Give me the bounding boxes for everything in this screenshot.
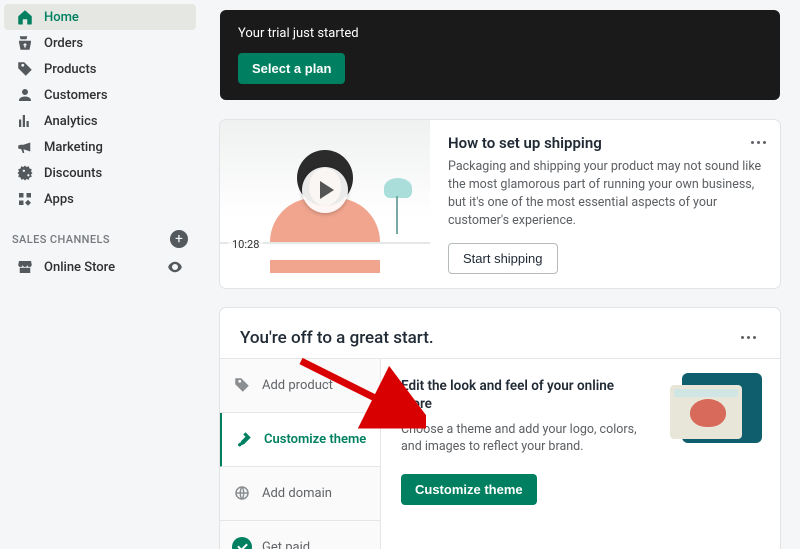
megaphone-icon <box>16 138 34 156</box>
onboarding-heading: You're off to a great start. <box>240 328 434 348</box>
task-description: Choose a theme and add your logo, colors… <box>401 421 641 456</box>
checklist-label: Get paid <box>262 540 310 549</box>
nav-marketing[interactable]: Marketing <box>4 134 196 160</box>
task-title: Edit the look and feel of your online st… <box>401 377 631 413</box>
nav-label: Marketing <box>44 140 103 155</box>
check-circle-icon <box>232 537 252 549</box>
checklist-add-product[interactable]: Add product <box>220 359 380 413</box>
onboarding-checklist: Add product Customize theme Add domain <box>220 358 380 549</box>
nav-label: Analytics <box>44 114 98 129</box>
sales-channels-header: SALES CHANNELS + <box>0 230 200 248</box>
checklist-label: Customize theme <box>264 432 366 447</box>
orders-icon <box>16 34 34 52</box>
nav-label: Home <box>44 10 79 25</box>
onboarding-menu-button[interactable] <box>736 326 760 350</box>
nav-label: Apps <box>44 192 74 207</box>
tag-icon <box>16 60 34 78</box>
checklist-label: Add domain <box>262 486 332 501</box>
checklist-label: Add product <box>262 378 333 393</box>
tag-icon <box>232 375 252 395</box>
nav-products[interactable]: Products <box>4 56 196 82</box>
theme-illustration <box>682 373 762 443</box>
apps-icon <box>16 190 34 208</box>
task-pane: Edit the look and feel of your online st… <box>380 358 780 549</box>
nav-label: Customers <box>44 88 108 103</box>
nav-label: Online Store <box>44 260 115 275</box>
banner-title: Your trial just started <box>238 26 762 41</box>
nav-label: Orders <box>44 36 83 51</box>
home-icon <box>16 8 34 26</box>
brush-icon <box>234 429 254 449</box>
trial-banner: Your trial just started Select a plan <box>220 10 780 100</box>
onboarding-card: You're off to a great start. Add product <box>220 308 780 549</box>
checklist-add-domain[interactable]: Add domain <box>220 467 380 521</box>
customize-theme-button[interactable]: Customize theme <box>401 474 537 505</box>
nav-home[interactable]: Home <box>4 4 196 30</box>
play-icon[interactable] <box>302 167 348 213</box>
sidebar: Home Orders Products Customers Analytics <box>0 0 200 549</box>
shipping-video-card: 10:28 How to set up shipping Packaging a… <box>220 120 780 288</box>
nav-customers[interactable]: Customers <box>4 82 196 108</box>
nav-label: Discounts <box>44 166 102 181</box>
nav-analytics[interactable]: Analytics <box>4 108 196 134</box>
discount-icon <box>16 164 34 182</box>
checklist-customize-theme[interactable]: Customize theme <box>220 413 380 467</box>
start-shipping-button[interactable]: Start shipping <box>448 243 558 274</box>
nav-orders[interactable]: Orders <box>4 30 196 56</box>
checklist-get-paid[interactable]: Get paid <box>220 521 380 549</box>
select-plan-button[interactable]: Select a plan <box>238 53 345 84</box>
storefront-icon <box>16 258 34 276</box>
nav-apps[interactable]: Apps <box>4 186 196 212</box>
main-content: Your trial just started Select a plan 10… <box>200 0 800 549</box>
nav-discounts[interactable]: Discounts <box>4 160 196 186</box>
person-icon <box>16 86 34 104</box>
nav-label: Products <box>44 62 96 77</box>
section-title: SALES CHANNELS <box>12 233 110 246</box>
bars-icon <box>16 112 34 130</box>
video-duration: 10:28 <box>228 237 263 252</box>
globe-icon <box>232 483 252 503</box>
nav-online-store[interactable]: Online Store <box>4 254 196 280</box>
view-store-icon[interactable] <box>166 258 184 276</box>
video-description: Packaging and shipping your product may … <box>448 158 762 231</box>
video-title: How to set up shipping <box>448 134 762 152</box>
add-channel-button[interactable]: + <box>170 230 188 248</box>
video-menu-button[interactable] <box>746 130 770 154</box>
video-thumbnail[interactable]: 10:28 <box>220 120 430 260</box>
